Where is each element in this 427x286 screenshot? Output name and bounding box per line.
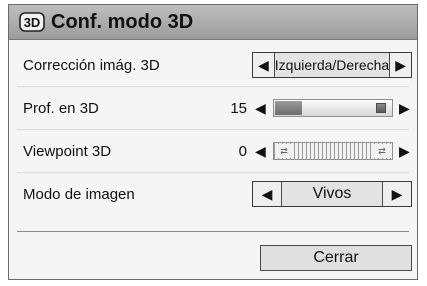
right-arrow-icon[interactable]: ▶ xyxy=(389,53,411,77)
row-3d-image-correction: Corrección imág. 3D ◀ Izquierda/Derecha … xyxy=(9,47,417,83)
svg-text:3D: 3D xyxy=(24,15,41,30)
increase-arrow-icon[interactable]: ▶ xyxy=(399,100,410,117)
3d-depth-slider-fill xyxy=(275,101,303,115)
3d-depth-value: 15 xyxy=(230,99,247,117)
dialog-title: Conf. modo 3D xyxy=(51,10,194,33)
3d-image-correction-selector[interactable]: ◀ Izquierda/Derecha ▶ xyxy=(252,52,412,78)
row-3d-depth: Prof. en 3D 15 ◀ ▶ xyxy=(9,90,417,126)
row-divider xyxy=(17,86,409,88)
viewpoint-left-cap-icon: ⇄ xyxy=(275,144,293,158)
viewpoint-3d-value: 0 xyxy=(238,142,247,160)
left-arrow-icon[interactable]: ◀ xyxy=(253,182,282,206)
decrease-arrow-icon[interactable]: ◀ xyxy=(255,100,266,117)
picture-mode-selector[interactable]: ◀ Vivos ▶ xyxy=(252,181,412,207)
viewpoint-3d-slider[interactable]: ⇄ ⇄ xyxy=(273,142,393,160)
row-label-3d-depth: Prof. en 3D xyxy=(23,99,99,117)
3d-depth-slider[interactable] xyxy=(273,99,393,117)
decrease-arrow-icon[interactable]: ◀ xyxy=(255,143,266,160)
left-arrow-icon[interactable]: ◀ xyxy=(253,53,275,77)
row-label-viewpoint-3d: Viewpoint 3D xyxy=(23,142,112,160)
increase-arrow-icon[interactable]: ▶ xyxy=(399,143,410,160)
3d-icon: 3D xyxy=(19,11,45,33)
row-divider xyxy=(17,172,409,174)
3d-settings-dialog: 3D Conf. modo 3D Corrección imág. 3D ◀ I… xyxy=(8,4,418,280)
close-button[interactable]: Cerrar xyxy=(260,245,412,271)
row-label-picture-mode: Modo de imagen xyxy=(23,185,135,203)
row-divider xyxy=(17,129,409,131)
3d-image-correction-value: Izquierda/Derecha xyxy=(274,53,390,77)
title-bar: 3D Conf. modo 3D xyxy=(9,5,417,40)
right-arrow-icon[interactable]: ▶ xyxy=(382,182,411,206)
picture-mode-value: Vivos xyxy=(282,182,382,206)
3d-depth-slider-handle[interactable] xyxy=(376,103,386,113)
footer-divider xyxy=(17,231,409,232)
row-picture-mode: Modo de imagen ◀ Vivos ▶ xyxy=(9,176,417,212)
viewpoint-right-cap-icon: ⇄ xyxy=(373,144,391,158)
row-viewpoint-3d: Viewpoint 3D 0 ◀ ⇄ ⇄ ▶ xyxy=(9,133,417,169)
row-label-3d-image-correction: Corrección imág. 3D xyxy=(23,56,160,74)
